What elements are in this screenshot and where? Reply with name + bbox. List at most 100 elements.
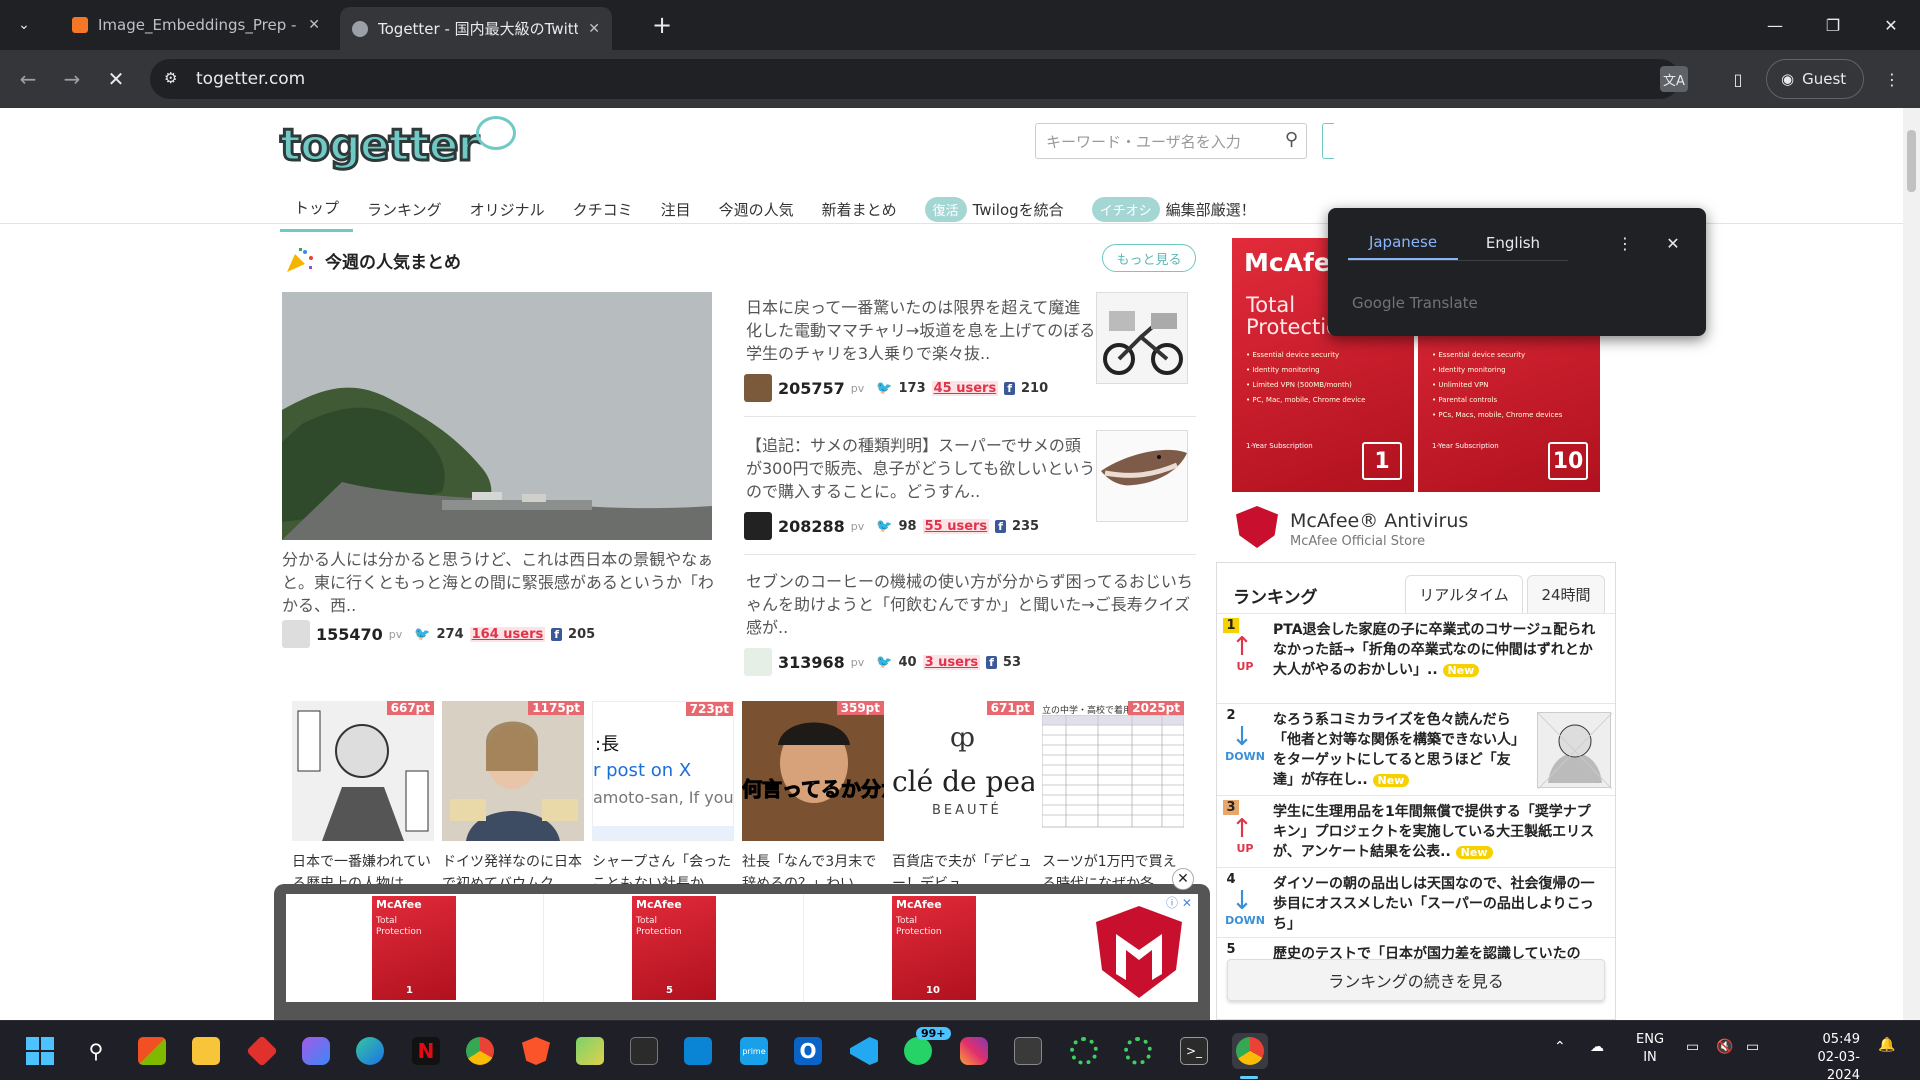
file-explorer-icon[interactable] [188, 1033, 224, 1069]
photos-icon[interactable] [572, 1033, 608, 1069]
instagram-icon[interactable] [956, 1033, 992, 1069]
clock[interactable]: 05:49 02-03-2024 [1790, 1031, 1860, 1080]
window-app-icon[interactable] [1010, 1033, 1046, 1069]
ad-close-button[interactable]: ✕ [1172, 868, 1194, 890]
nav-attention[interactable]: 注目 [647, 186, 705, 232]
side-panel-icon[interactable]: ▯ [1722, 63, 1754, 95]
minimize-icon[interactable]: — [1746, 0, 1804, 50]
tab-jupyter[interactable]: Image_Embeddings_Prep - Jupy ✕ [60, 7, 332, 43]
search-icon[interactable]: ⚲ [1285, 129, 1298, 150]
chrome-active-icon[interactable] [1232, 1033, 1268, 1069]
nav-top[interactable]: トップ [280, 186, 354, 232]
nav-original[interactable]: オリジナル [456, 186, 559, 232]
nav-new[interactable]: 新着まとめ [808, 186, 911, 232]
nav-ranking[interactable]: ランキング [353, 186, 456, 232]
prime-video-icon[interactable]: prime [736, 1033, 772, 1069]
page-scrollbar[interactable] [1903, 108, 1920, 1020]
tab-close-icon[interactable]: ✕ [308, 17, 320, 33]
stop-loading-icon[interactable]: ✕ [100, 63, 132, 95]
tab-realtime[interactable]: リアルタイム [1405, 575, 1523, 613]
card[interactable]: 667pt 日本で一番嫌われている歴史上の人物は [292, 701, 434, 895]
close-icon[interactable]: ✕ [1658, 228, 1688, 258]
users-link[interactable]: 164 users [469, 626, 546, 642]
start-windows-icon[interactable] [22, 1033, 58, 1069]
window-close-icon[interactable]: ✕ [1862, 0, 1920, 50]
spinner-app-icon-2[interactable] [1120, 1033, 1156, 1069]
card[interactable]: 立の中学・高校で着用される 2025pt スーツが1万円で買える時代になぜか各 [1042, 701, 1184, 895]
more-button[interactable]: もっと見る [1102, 244, 1196, 272]
battery-icon[interactable]: ▭ [1746, 1039, 1759, 1055]
edge-browser-icon[interactable] [352, 1033, 388, 1069]
featured-image[interactable] [282, 292, 712, 540]
widgets-store-icon[interactable] [134, 1033, 170, 1069]
list-item-text[interactable]: セブンのコーヒーの機械の使い方が分からず困ってるおじいちゃんを助けようと「何飲む… [746, 570, 1198, 639]
ad-content[interactable]: McAfee Total Protection 1 McAfee Total P… [286, 894, 1198, 1002]
address-bar[interactable]: ⚙ togetter.com [150, 59, 1680, 99]
spinner-app-icon[interactable] [1066, 1033, 1102, 1069]
nav-editor-pick[interactable]: イチオシ 編集部厳選！ [1078, 186, 1270, 232]
menu-kebab-icon[interactable]: ⋮ [1876, 63, 1908, 95]
ranking-item[interactable]: 4 ↓ DOWN ダイソーの朝の品出しは天国なので、社会復帰の一歩目にオススメし… [1217, 867, 1615, 937]
ranking-item[interactable]: 3 ↑ UP 学生に生理用品を1年間無償で提供する「奨学ナプキン」プロジェクトを… [1217, 795, 1615, 867]
forward-arrow-icon[interactable]: → [56, 63, 88, 95]
scroll-thumb[interactable] [1907, 130, 1916, 192]
fb-count: 205 [568, 626, 596, 642]
profile-button[interactable]: ◉ Guest [1766, 59, 1864, 99]
copilot-icon[interactable] [298, 1033, 334, 1069]
terminal-icon[interactable] [626, 1033, 662, 1069]
nav-kuchikomi[interactable]: クチコミ [559, 186, 647, 232]
tab-24h[interactable]: 24時間 [1527, 575, 1605, 613]
ad-product-box[interactable]: McAfee Total Protection 1 [372, 896, 456, 1000]
new-tab-plus-icon[interactable]: + [646, 9, 678, 41]
notification-bell-icon[interactable]: 🔔 [1878, 1037, 1895, 1053]
ranking-item[interactable]: 2 ↓ DOWN なろう系コミカライズを色々読んだら「他者と対等な関係を構築でき… [1217, 703, 1615, 795]
back-arrow-icon[interactable]: ← [12, 63, 44, 95]
nav-weekly[interactable]: 今週の人気 [705, 186, 808, 232]
ranking-more-button[interactable]: ランキングの続きを見る [1227, 959, 1605, 1001]
lang-japanese[interactable]: Japanese [1348, 226, 1458, 260]
onedrive-cloud-icon[interactable]: ☁ [1590, 1039, 1604, 1055]
users-link[interactable]: 45 users [931, 380, 999, 396]
translate-icon[interactable]: 文A [1660, 66, 1688, 92]
site-info-icon[interactable]: ⚙ [164, 69, 177, 87]
ad-product-box[interactable]: McAfee Total Protection 5 [632, 896, 716, 1000]
restore-icon[interactable]: ❐ [1804, 0, 1862, 50]
togetter-logo[interactable]: togetter [278, 116, 520, 176]
login-button-edge[interactable] [1322, 123, 1334, 159]
vscode-icon[interactable] [846, 1033, 882, 1069]
featured-text[interactable]: 分かる人には分かると思うけど、これは西日本の景観やなぁと。東に行くともっと海との… [282, 548, 722, 617]
language-indicator[interactable]: ENG IN [1636, 1031, 1664, 1067]
search-icon[interactable]: ⚲ [78, 1033, 114, 1069]
card[interactable]: 1175pt ドイツ発祥なのに日本で初めてバウムク [442, 701, 584, 895]
network-icon[interactable]: ▭ [1686, 1039, 1699, 1055]
sticky-bottom-ad[interactable]: McAfee Total Protection 1 McAfee Total P… [274, 884, 1210, 1020]
ad-product-box[interactable]: McAfee Total Protection 10 [892, 896, 976, 1000]
bicycle-thumbnail[interactable] [1096, 292, 1188, 384]
users-link[interactable]: 55 users [922, 518, 990, 534]
nav-twilog[interactable]: 復活 Twilogを統合 [911, 186, 1078, 232]
search-input[interactable]: キーワード・ユーザ名を入力 ⚲ [1035, 123, 1307, 159]
chrome-icon[interactable] [462, 1033, 498, 1069]
tab-close-icon[interactable]: ✕ [588, 21, 600, 37]
card[interactable]: :長 r post on X amoto-san, If you 723pt シ… [592, 701, 734, 895]
shark-head-thumbnail[interactable] [1096, 430, 1188, 522]
ranking-item[interactable]: 1 ↑ UP PTA退会した家庭の子に卒業式のコサージュ配られなかった話→「折角… [1217, 613, 1615, 703]
users-link[interactable]: 3 users [922, 654, 981, 670]
list-item-text[interactable]: 【追記：サメの種類判明】スーパーでサメの頭が300円で販売、息子がどうしても欲し… [746, 434, 1096, 503]
tab-search-chevron-icon[interactable]: ⌄ [8, 9, 40, 41]
tray-chevron-icon[interactable]: ⌃ [1554, 1039, 1566, 1055]
speaker-muted-icon[interactable]: 🔇 [1716, 1039, 1733, 1055]
options-kebab-icon[interactable]: ⋮ [1610, 228, 1640, 258]
card[interactable]: ȹ clé de peau BEAUTÉ 671pt 百貨店で夫が「デビュー！デ… [892, 701, 1034, 895]
tab-togetter[interactable]: Togetter - 国内最大級のTwitterま ✕ [340, 7, 612, 50]
netflix-icon[interactable]: N [408, 1033, 444, 1069]
red-app-icon[interactable] [244, 1033, 280, 1069]
card[interactable]: 何言ってるか分か 359pt 社長「なんで3月末で辞めるの？」わい [742, 701, 884, 895]
adchoices-icon[interactable]: ⓘ ✕ [1166, 894, 1192, 911]
brave-icon[interactable] [518, 1033, 554, 1069]
outlook-icon[interactable]: O [790, 1033, 826, 1069]
powershell-icon[interactable]: >_ [1176, 1033, 1212, 1069]
list-item-text[interactable]: 日本に戻って一番驚いたのは限界を超えて魔進化した電動ママチャリ→坂道を息を上げて… [746, 296, 1096, 365]
lang-english[interactable]: English [1458, 226, 1568, 260]
blue-app-icon[interactable] [680, 1033, 716, 1069]
